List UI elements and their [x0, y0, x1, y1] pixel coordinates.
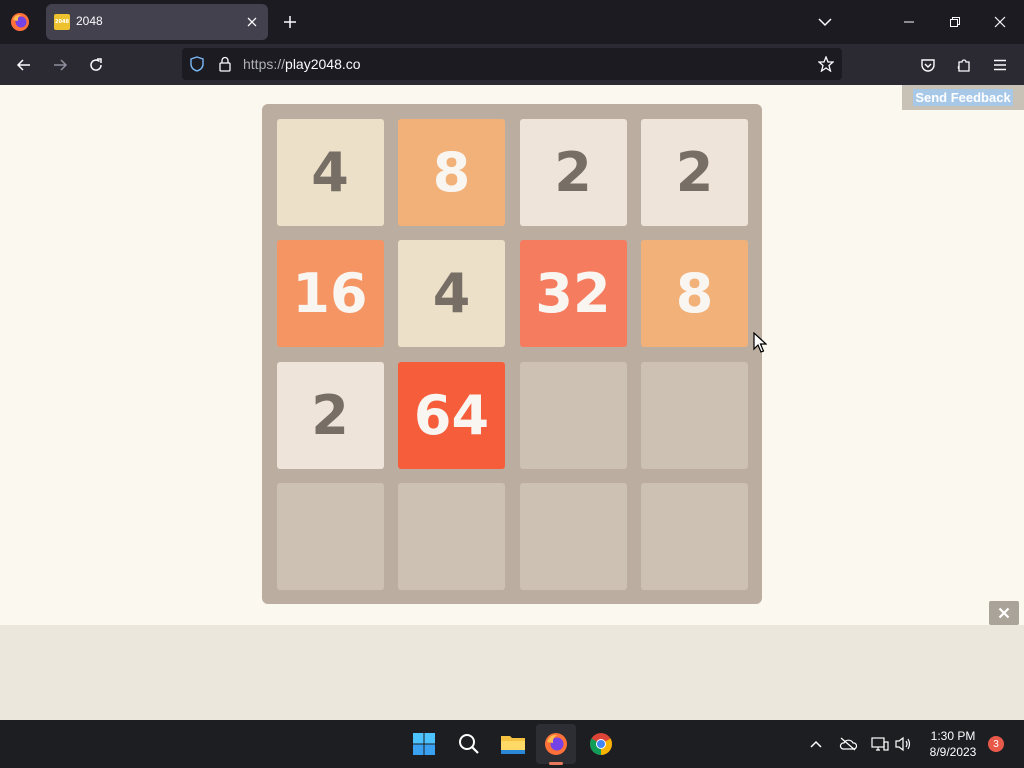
empty-cell: [641, 361, 748, 469]
browser-tab-strip: 2048 2048: [0, 0, 1024, 44]
extensions-button[interactable]: [951, 52, 977, 78]
send-feedback-label: Send Feedback: [913, 89, 1013, 106]
tile-32: 32: [519, 240, 627, 347]
tab-favicon-icon: 2048: [54, 14, 70, 30]
close-tab-button[interactable]: [242, 12, 262, 32]
file-explorer-button[interactable]: [499, 730, 527, 758]
clock-time: 1:30 PM: [930, 729, 976, 743]
windows-taskbar: 1:30 PM 8/9/2023 3: [0, 720, 1024, 768]
back-button[interactable]: [11, 52, 37, 78]
volume-button[interactable]: [894, 734, 914, 754]
show-hidden-icons-button[interactable]: [806, 734, 826, 754]
search-button[interactable]: [455, 730, 483, 758]
tile-2: 2: [641, 118, 748, 226]
windows-start-icon: [413, 733, 435, 755]
lock-icon[interactable]: [218, 56, 232, 72]
empty-cell: [398, 483, 505, 590]
minimize-button[interactable]: [897, 10, 921, 34]
forward-button[interactable]: [47, 52, 73, 78]
page-content: Send Feedback 4 8 2 2 16 4 32 8 2 64: [0, 85, 1024, 625]
close-icon: [994, 16, 1006, 28]
volume-icon: [895, 736, 911, 752]
minimize-icon: [904, 21, 914, 23]
tile-2: 2: [276, 361, 384, 469]
puzzle-icon: [957, 59, 970, 72]
search-icon: [459, 734, 479, 754]
close-icon: [247, 17, 257, 27]
onedrive-offline-icon: [839, 737, 857, 751]
network-icon: [871, 737, 889, 751]
onedrive-button[interactable]: [838, 734, 858, 754]
list-all-tabs-button[interactable]: [813, 10, 837, 34]
new-tab-button[interactable]: [278, 10, 302, 34]
browser-tab-2048[interactable]: 2048 2048: [46, 4, 268, 40]
navigation-toolbar: https://play2048.co: [0, 44, 1024, 85]
ad-banner-area: [0, 625, 1024, 720]
tile-64: 64: [398, 361, 505, 469]
notification-badge[interactable]: 3: [988, 736, 1004, 752]
shield-icon[interactable]: [190, 56, 204, 72]
empty-cell: [641, 483, 748, 590]
firefox-menu-icon[interactable]: [10, 12, 30, 32]
chevron-down-icon: [818, 18, 832, 27]
chrome-taskbar-button[interactable]: [587, 730, 615, 758]
reload-icon: [90, 58, 102, 71]
empty-cell: [519, 483, 627, 590]
tile-8: 8: [398, 118, 505, 226]
tile-4: 4: [276, 118, 384, 226]
pocket-button[interactable]: [915, 52, 941, 78]
tab-title: 2048: [76, 14, 103, 28]
tile-8: 8: [641, 240, 748, 347]
tile-2: 2: [519, 118, 627, 226]
send-feedback-button[interactable]: Send Feedback: [902, 85, 1024, 110]
arrow-left-icon: [16, 59, 30, 71]
firefox-taskbar-button[interactable]: [542, 730, 570, 758]
start-button[interactable]: [410, 730, 438, 758]
bookmark-star-icon[interactable]: [818, 56, 834, 72]
app-menu-button[interactable]: [987, 52, 1013, 78]
chevron-up-icon: [810, 740, 822, 748]
game-board[interactable]: 4 8 2 2 16 4 32 8 2 64: [262, 104, 762, 604]
active-app-indicator: [549, 762, 563, 765]
chrome-icon: [590, 733, 612, 755]
reload-button[interactable]: [83, 52, 109, 78]
network-button[interactable]: [870, 734, 890, 754]
url-text[interactable]: https://play2048.co: [243, 56, 361, 72]
address-bar[interactable]: https://play2048.co: [182, 48, 842, 80]
clock-date: 8/9/2023: [929, 745, 977, 759]
firefox-icon: [545, 733, 567, 755]
close-ad-button[interactable]: [989, 601, 1019, 625]
empty-cell: [519, 361, 627, 469]
url-scheme: https://: [243, 56, 286, 72]
close-icon: [998, 607, 1010, 619]
taskbar-clock[interactable]: 1:30 PM 8/9/2023: [920, 728, 986, 760]
mouse-cursor-icon: [753, 332, 767, 353]
file-explorer-icon: [501, 736, 525, 754]
restore-button[interactable]: [943, 10, 967, 34]
arrow-right-icon: [54, 59, 68, 71]
pocket-icon: [921, 59, 935, 72]
url-host: play2048.co: [285, 56, 361, 72]
restore-icon: [950, 17, 960, 27]
tile-4: 4: [398, 240, 505, 347]
hamburger-menu-icon: [994, 59, 1006, 71]
tile-16: 16: [276, 240, 384, 347]
plus-icon: [284, 16, 296, 28]
close-window-button[interactable]: [988, 10, 1012, 34]
empty-cell: [276, 483, 384, 590]
